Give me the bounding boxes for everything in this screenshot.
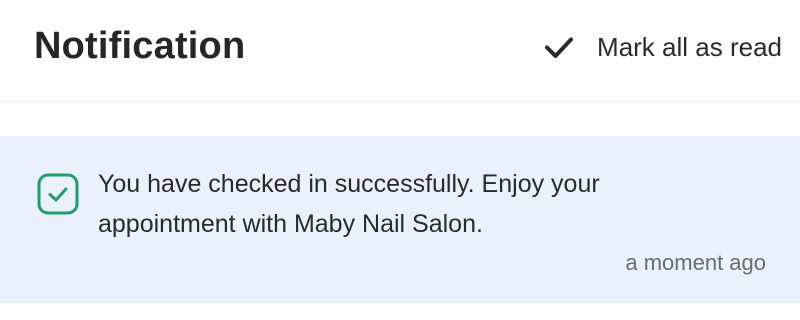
list-divider (0, 302, 800, 320)
header-spacing (0, 102, 800, 136)
mark-all-as-read-button[interactable]: Mark all as read (543, 27, 782, 67)
notification-time: a moment ago (625, 250, 766, 275)
mark-all-as-read-label: Mark all as read (597, 32, 782, 62)
notification-message: You have checked in successfully. Enjoy … (98, 170, 600, 238)
notification-header: Notification Mark all as read (0, 0, 800, 102)
checkbox-checked-icon (37, 173, 79, 215)
notification-page: Notification Mark all as read You have c… (0, 0, 800, 320)
checkmark-icon (543, 31, 575, 63)
page-title: Notification (34, 25, 246, 67)
